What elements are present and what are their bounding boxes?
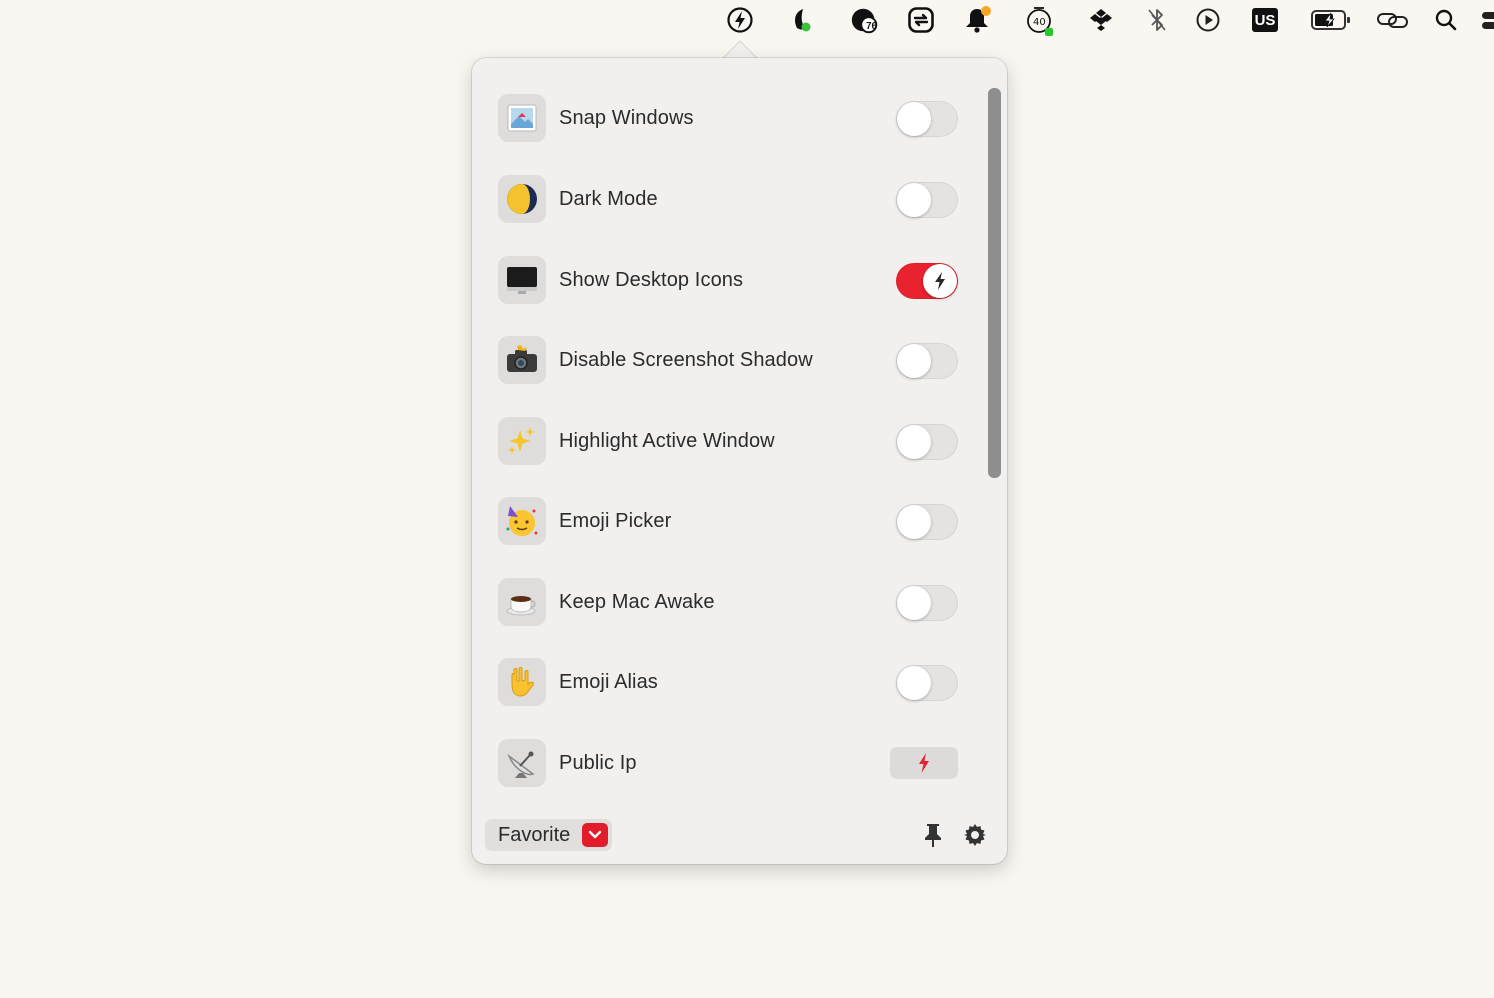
item-label: Emoji Picker	[559, 509, 672, 532]
list-item-show-desktop-icons: Show Desktop Icons	[498, 256, 968, 304]
item-label: Show Desktop Icons	[559, 268, 744, 291]
category-selector[interactable]: Favorite	[485, 819, 613, 851]
category-label: Favorite	[498, 823, 571, 846]
toggle-knob	[897, 666, 931, 700]
desktop-monitor-icon	[498, 256, 546, 304]
pin-icon[interactable]	[920, 822, 946, 848]
party-face-icon	[498, 497, 546, 545]
item-label: Dark Mode	[559, 187, 658, 210]
keyboard-input-icon[interactable]: US	[1249, 4, 1281, 36]
list-item-snap-windows: Snap Windows	[498, 94, 968, 142]
sparkles-icon	[498, 417, 546, 465]
emoji-picker-toggle[interactable]	[896, 504, 958, 540]
activity-monitor-icon[interactable]: 40	[1024, 4, 1056, 36]
link-icon[interactable]	[1375, 4, 1411, 36]
public-ip-run-button[interactable]	[890, 747, 958, 779]
half-moon-icon	[498, 175, 546, 223]
item-label: Public Ip	[559, 751, 637, 774]
item-label: Emoji Alias	[559, 670, 658, 693]
menu-bar: 76 40 US	[0, 0, 1494, 40]
lightning-bolt-icon[interactable]	[724, 4, 756, 36]
leaf-icon[interactable]	[785, 4, 817, 36]
lightning-bolt-icon	[935, 272, 945, 290]
quick-actions-panel: Snap Windows Dark Mode Show Desktop Icon…	[472, 58, 1007, 864]
dark-mode-toggle[interactable]	[896, 182, 958, 218]
bluetooth-icon[interactable]	[1141, 4, 1173, 36]
control-center-icon[interactable]	[1476, 4, 1494, 36]
scrollbar[interactable]	[988, 88, 1001, 478]
item-label: Highlight Active Window	[559, 429, 775, 452]
badge-count: 76	[866, 21, 878, 32]
keep-mac-awake-toggle[interactable]	[896, 585, 958, 621]
toggle-knob	[923, 264, 957, 298]
lightning-bolt-icon	[919, 753, 929, 773]
svg-text:40: 40	[1033, 17, 1046, 28]
toggle-knob	[897, 183, 931, 217]
toggle-knob	[897, 425, 931, 459]
camera-flash-icon	[498, 336, 546, 384]
toggle-knob	[897, 505, 931, 539]
list-item-disable-screenshot-shadow: Disable Screenshot Shadow	[498, 336, 968, 384]
snap-windows-icon	[498, 94, 546, 142]
coffee-cup-icon	[498, 578, 546, 626]
list-item-emoji-alias: Emoji Alias	[498, 658, 968, 706]
input-source-label: US	[1252, 8, 1278, 32]
list-item-public-ip: Public Ip	[498, 739, 968, 787]
play-icon[interactable]	[1192, 4, 1224, 36]
toggle-knob	[897, 102, 931, 136]
battery-icon[interactable]	[1310, 4, 1352, 36]
satellite-dish-icon	[498, 739, 546, 787]
item-label: Disable Screenshot Shadow	[559, 348, 813, 371]
snap-windows-toggle[interactable]	[896, 101, 958, 137]
popover-arrow	[722, 40, 758, 60]
notification-bell-icon[interactable]	[962, 4, 994, 36]
gear-icon[interactable]	[962, 822, 988, 848]
toggle-knob	[897, 586, 931, 620]
item-label: Keep Mac Awake	[559, 590, 715, 613]
love-you-hand-icon	[498, 658, 546, 706]
highlight-active-window-toggle[interactable]	[896, 424, 958, 460]
sync-icon[interactable]	[905, 4, 937, 36]
dropbox-icon[interactable]	[1085, 4, 1117, 36]
show-desktop-icons-toggle[interactable]	[896, 263, 958, 299]
badge-icon[interactable]: 76	[849, 4, 881, 36]
list-item-keep-mac-awake: Keep Mac Awake	[498, 578, 968, 626]
item-label: Snap Windows	[559, 106, 694, 129]
chevron-down-icon	[582, 823, 609, 847]
list-item-highlight-active-window: Highlight Active Window	[498, 417, 968, 465]
search-icon[interactable]	[1430, 4, 1462, 36]
toggle-knob	[897, 344, 931, 378]
disable-screenshot-shadow-toggle[interactable]	[896, 343, 958, 379]
list-item-dark-mode: Dark Mode	[498, 175, 968, 223]
list-item-emoji-picker: Emoji Picker	[498, 497, 968, 545]
emoji-alias-toggle[interactable]	[896, 665, 958, 701]
